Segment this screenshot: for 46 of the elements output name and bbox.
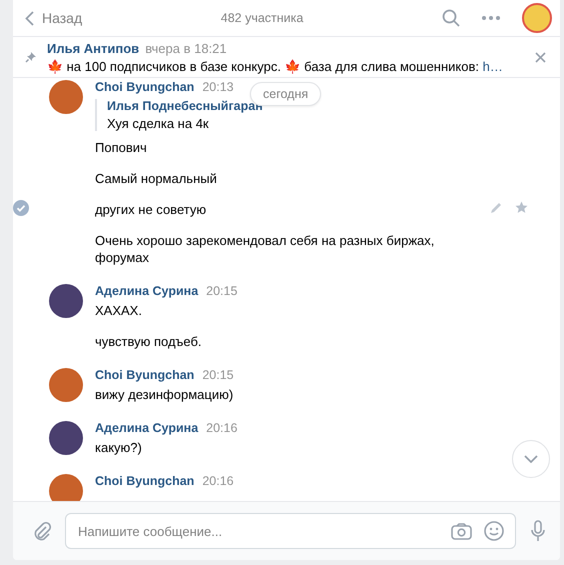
check-icon[interactable]	[13, 200, 29, 216]
avatar-photo[interactable]	[49, 421, 83, 455]
close-icon[interactable]	[535, 52, 546, 62]
message-time: 20:16	[202, 474, 234, 488]
message-text: Самый нормальный	[95, 171, 217, 186]
pinned-link[interactable]: h…	[482, 58, 503, 74]
chevron-down-icon	[524, 455, 538, 463]
avatar-photo[interactable]	[49, 284, 83, 318]
pin-icon	[25, 51, 37, 63]
scroll-down-button[interactable]	[512, 440, 550, 478]
camera-icon[interactable]	[451, 522, 472, 540]
message-time: 20:16	[206, 421, 238, 435]
message-text: какую?)	[95, 440, 142, 455]
smiley-icon[interactable]	[484, 521, 504, 541]
message-text: других не советую	[95, 202, 206, 217]
paperclip-icon[interactable]	[33, 521, 51, 541]
message-input-field[interactable]: Напишите сообщение...	[65, 513, 516, 549]
group-avatar[interactable]	[522, 3, 552, 33]
message-text: чувствую подъеб.	[95, 334, 202, 349]
avatar-photo[interactable]	[49, 80, 83, 114]
message-time: 20:13	[202, 80, 234, 94]
author-name[interactable]: Choi Byungchan	[95, 368, 194, 382]
message-text: Очень хорошо зарекомендовал себя на разных биржах, форумах	[95, 233, 434, 265]
message-text: Попович	[95, 140, 147, 155]
message-time: 20:15	[206, 284, 238, 298]
message-text: вижу дезинформацию)	[95, 387, 234, 402]
more-icon[interactable]	[482, 16, 500, 20]
pencil-icon[interactable]	[490, 201, 503, 214]
message-time: 20:15	[202, 368, 234, 382]
author-name[interactable]: Аделина Сурина	[95, 421, 198, 435]
author-name[interactable]: Аделина Сурина	[95, 284, 198, 298]
member-count: 482 участника	[220, 11, 304, 25]
search-icon[interactable]	[442, 9, 460, 27]
chevron-left-icon	[25, 10, 34, 26]
pinned-message: 🍁 на 100 подписчиков в базе конкурс. 🍁 база для слива мошенников: h…	[47, 58, 504, 74]
message-text: ХАХАХ.	[95, 303, 142, 318]
author-name[interactable]: Choi Byungchan	[95, 80, 194, 94]
star-icon[interactable]	[515, 201, 528, 214]
avatar-photo[interactable]	[49, 368, 83, 402]
pinned-author[interactable]: Илья Антипов	[47, 40, 140, 56]
back-button[interactable]: Назад	[25, 10, 82, 26]
pinned-time: вчера в 18:21	[145, 40, 227, 56]
microphone-icon[interactable]	[530, 520, 546, 542]
author-name[interactable]: Choi Byungchan	[95, 474, 194, 488]
avatar-photo[interactable]	[49, 474, 83, 501]
quote-text: Хуя сделка на 4к	[107, 116, 210, 131]
